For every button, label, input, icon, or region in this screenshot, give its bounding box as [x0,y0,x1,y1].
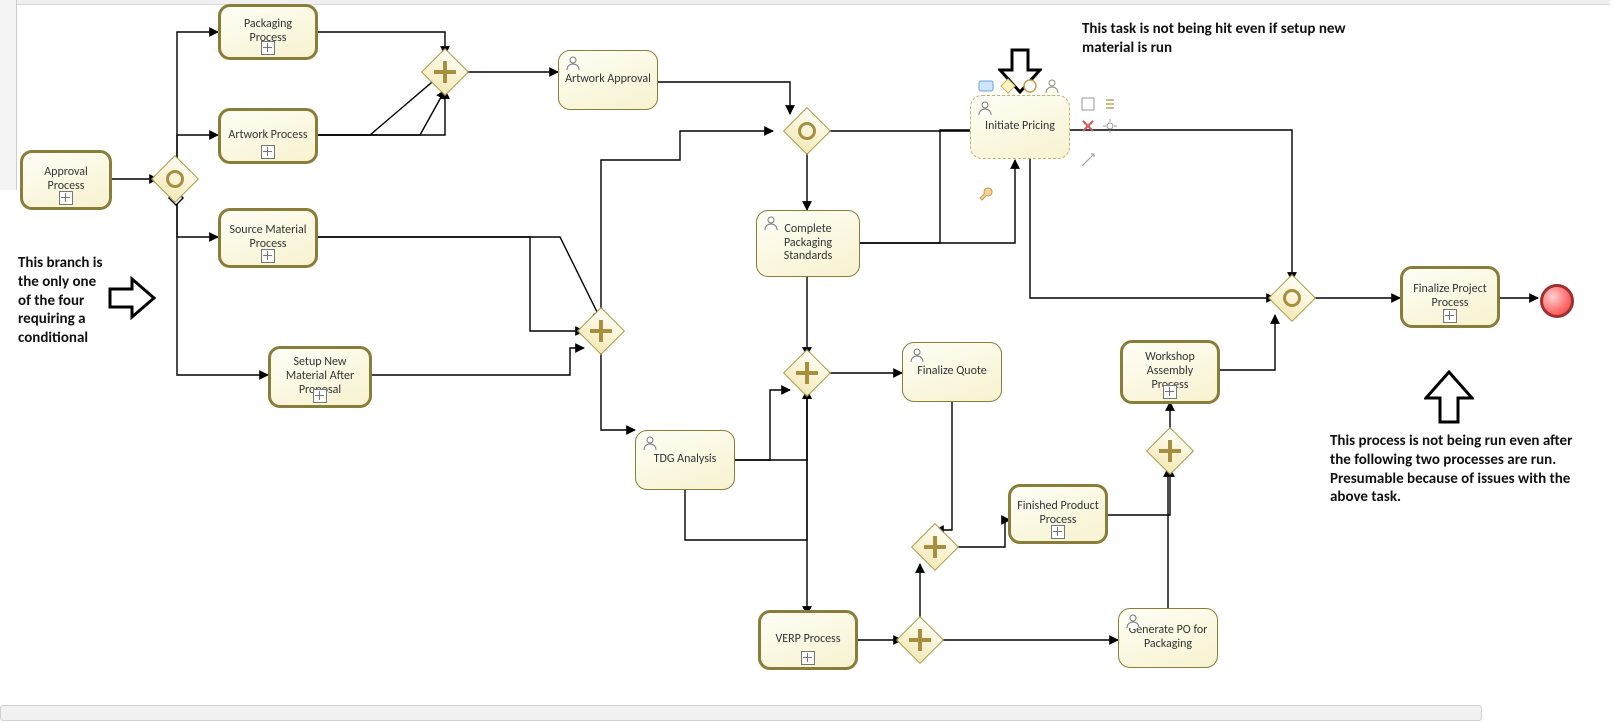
gateway-inclusive-1[interactable] [158,162,192,196]
task-generate-po[interactable]: Generate PO for Packaging [1118,608,1218,668]
palette-annotation-icon[interactable] [1080,96,1096,112]
annotation-left: This branch is the only one of the four … [18,254,108,348]
task-artwork-process[interactable]: Artwork Process [218,108,318,164]
arrow-right-icon [108,275,158,321]
task-label: TDG Analysis [654,453,717,467]
subprocess-marker-icon [1051,525,1065,539]
subprocess-marker-icon [261,145,275,159]
task-label: Source Material Process [225,224,311,252]
annotation-text: This process is not being run even after… [1330,432,1572,506]
gateway-parallel-e[interactable] [903,623,937,657]
palette-gateway-icon[interactable] [1000,78,1016,94]
gateway-parallel-a[interactable] [428,55,462,89]
subprocess-marker-icon [261,41,275,55]
task-label: Artwork Process [228,129,307,143]
gateway-inclusive-4[interactable] [1275,281,1309,315]
subprocess-marker-icon [1443,309,1457,323]
ruler-left [0,0,17,190]
gateway-inclusive-2[interactable] [790,114,824,148]
palette-connect-icon[interactable] [1080,152,1096,168]
gateway-parallel-f[interactable] [1153,434,1187,468]
task-finalize-quote[interactable]: Finalize Quote [902,342,1002,402]
user-icon [642,435,658,451]
task-setup-new-material[interactable]: Setup New Material After Proposal [268,346,372,408]
task-label: Initiate Pricing [985,120,1055,134]
task-initiate-pricing[interactable]: Initiate Pricing [970,95,1070,159]
gateway-parallel-c[interactable] [790,356,824,390]
task-label: VERP Process [775,633,840,647]
task-label: Artwork Approval [565,73,651,87]
palette-delete-icon[interactable] [1080,118,1096,134]
palette-event-icon[interactable] [1022,78,1038,94]
subprocess-marker-icon [1163,385,1177,399]
task-complete-packaging-standards[interactable]: Complete Packaging Standards [756,210,860,277]
annotation-bottom-right: This process is not being run even after… [1330,432,1590,507]
palette-wrench-icon[interactable] [978,186,994,202]
user-icon [909,347,925,363]
user-icon [565,55,581,71]
task-finalize-project-process[interactable]: Finalize Project Process [1400,266,1500,328]
subprocess-marker-icon [59,191,73,205]
annotation-top-right: This task is not being hit even if setup… [1082,20,1382,58]
task-artwork-approval[interactable]: Artwork Approval [558,50,658,110]
task-approval-process[interactable]: Approval Process [20,150,112,210]
horizontal-scrollbar[interactable] [0,705,1482,721]
task-workshop-assembly-process[interactable]: Workshop Assembly Process [1120,340,1220,404]
task-packaging-process[interactable]: Packaging Process [218,4,318,60]
task-source-material-process[interactable]: Source Material Process [218,208,318,268]
task-label: Finalize Quote [917,365,987,379]
user-icon [1125,613,1141,629]
task-label: Approval Process [27,166,105,194]
gateway-parallel-d[interactable] [918,530,952,564]
task-label: Finished Product Process [1015,500,1101,528]
bpmn-canvas[interactable]: Approval Process Packaging Process Artwo… [0,0,1613,723]
palette-user-icon[interactable] [1044,78,1060,94]
palette-more-icon[interactable] [1102,96,1118,112]
subprocess-marker-icon [801,651,815,665]
subprocess-marker-icon [261,249,275,263]
palette-task-icon[interactable] [978,78,994,94]
user-icon [977,100,993,116]
annotation-text: This branch is the only one of the four … [18,254,102,347]
user-icon [763,215,779,231]
task-tdg-analysis[interactable]: TDG Analysis [635,430,735,490]
palette-settings-icon[interactable] [1102,118,1118,134]
gateway-parallel-b[interactable] [584,314,618,348]
subprocess-marker-icon [313,389,327,403]
task-label: Finalize Project Process [1407,283,1493,311]
task-finished-product-process[interactable]: Finished Product Process [1008,484,1108,544]
arrow-up-icon [1424,370,1474,426]
end-event[interactable] [1540,284,1574,318]
task-verp-process[interactable]: VERP Process [758,610,858,670]
annotation-text: This task is not being hit even if setup… [1082,20,1346,57]
